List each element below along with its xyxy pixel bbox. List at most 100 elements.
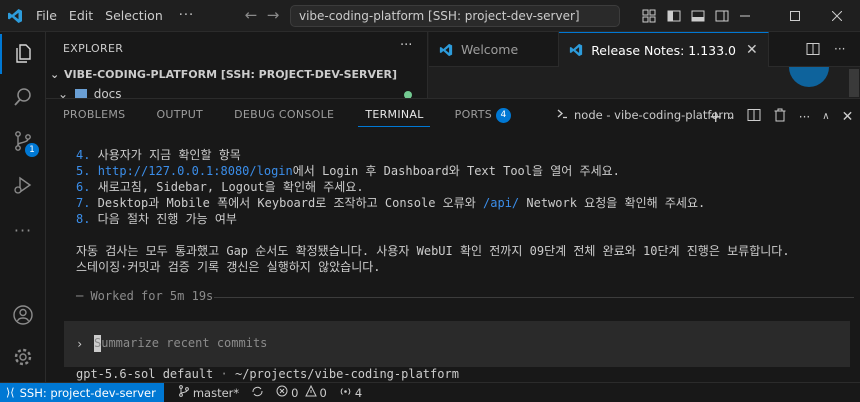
remote-label: SSH: project-dev-server xyxy=(19,385,156,400)
root-folder-label: VIBE-CODING-PLATFORM [SSH: PROJECT-DEV-S… xyxy=(64,68,398,81)
close-tab-icon[interactable]: ✕ xyxy=(746,42,758,58)
login-link[interactable]: http://127.0.0.1:8080/login xyxy=(98,164,293,178)
title-bar: File Edit Selection ··· ← → vibe-coding-… xyxy=(0,0,860,32)
close-window-button[interactable] xyxy=(814,0,860,32)
tab-problems[interactable]: PROBLEMS xyxy=(46,99,139,131)
toggle-panel-icon[interactable] xyxy=(690,8,706,24)
maximize-panel-icon[interactable]: ∧ xyxy=(822,111,829,122)
panel-more-icon[interactable]: ··· xyxy=(799,110,810,124)
trash-icon[interactable] xyxy=(773,108,787,125)
vscode-tab-icon xyxy=(569,43,583,57)
editor-actions: ··· xyxy=(806,42,860,59)
accounts-button[interactable] xyxy=(0,296,46,336)
chevron-down-icon: ⌄ xyxy=(50,68,60,81)
terminal-line: 4. 사용자가 지금 확인할 항목 xyxy=(76,148,241,162)
explorer-title: EXPLORER xyxy=(63,42,124,55)
editor-scrollbar[interactable] xyxy=(849,69,859,97)
more-icon: ··· xyxy=(13,220,33,240)
warning-count: 0 xyxy=(319,385,327,400)
command-center-search[interactable]: vibe-coding-platform [SSH: project-dev-s… xyxy=(290,5,620,27)
minimize-button[interactable] xyxy=(722,0,768,32)
vscode-logo-icon xyxy=(0,0,30,32)
vscode-tab-icon xyxy=(439,43,453,57)
terminal-line: 자동 검사는 모두 통과했고 Gap 순서도 확정됐습니다. 사용자 WebUI… xyxy=(76,244,790,258)
tree-item-label: docs xyxy=(93,87,122,98)
editor-tab-bar: Welcome Release Notes: 1.133.0 ✕ xyxy=(429,32,860,67)
tab-welcome[interactable]: Welcome xyxy=(429,32,560,67)
model-name: gpt-5.6-sol default xyxy=(76,367,214,381)
menu-more-icon[interactable]: ··· xyxy=(169,8,204,23)
account-icon xyxy=(12,304,34,329)
settings-icon xyxy=(12,346,34,371)
activity-bar: 1 ··· xyxy=(0,32,46,382)
worked-duration: ─ Worked for 5m 19s xyxy=(76,289,214,303)
remote-indicator[interactable]: ⟩⟨ SSH: project-dev-server xyxy=(0,382,164,402)
forward-arrow-icon[interactable]: → xyxy=(262,6,284,24)
menu-edit[interactable]: Edit xyxy=(63,5,99,27)
customize-layout-icon[interactable] xyxy=(641,8,657,24)
new-terminal-plus-icon[interactable]: + xyxy=(709,107,722,126)
toggle-primary-sidebar-icon[interactable] xyxy=(666,8,682,24)
remote-icon: ⟩⟨ xyxy=(6,386,15,399)
tab-ports-label: PORTS xyxy=(454,108,492,121)
model-path: ~/projects/vibe-coding-platform xyxy=(234,367,459,381)
problems-status[interactable]: 0 0 xyxy=(276,384,327,400)
explorer-sidebar: EXPLORER ··· ⌄ VIBE-CODING-PLATFORM [SSH:… xyxy=(46,32,428,99)
terminal-actions: + ⌄ ··· ∧ ✕ xyxy=(709,107,853,126)
editor-more-icon[interactable]: ··· xyxy=(834,42,845,59)
split-editor-icon[interactable] xyxy=(806,42,820,59)
tab-label: Release Notes: 1.133.0 xyxy=(591,42,736,58)
prompt-placeholder: Summarize recent commits xyxy=(94,336,268,350)
model-status-line: gpt-5.6-sol default · ~/projects/vibe-co… xyxy=(76,367,459,381)
broadcast-icon xyxy=(339,385,352,401)
tree-item-docs[interactable]: ⌄ docs xyxy=(58,87,122,98)
prompt-caret-icon: › xyxy=(76,337,84,351)
tab-release-notes[interactable]: Release Notes: 1.133.0 ✕ xyxy=(559,32,769,67)
split-terminal-icon[interactable] xyxy=(747,108,761,125)
terminal-output[interactable]: 4. 사용자가 지금 확인할 항목 5. http://127.0.0.1:80… xyxy=(76,147,790,275)
manage-settings-button[interactable] xyxy=(0,338,46,378)
bottom-panel: PROBLEMS OUTPUT DEBUG CONSOLE TERMINAL P… xyxy=(46,98,860,382)
terminal-line: 8. 다음 절차 진행 가능 여부 xyxy=(76,212,237,226)
ports-status[interactable]: 4 xyxy=(339,385,362,401)
warning-icon xyxy=(304,384,317,400)
tab-terminal[interactable]: TERMINAL xyxy=(348,99,437,131)
menu-selection[interactable]: Selection xyxy=(99,5,169,27)
back-arrow-icon[interactable]: ← xyxy=(240,6,262,24)
terminal-line: 스테이징·커밋과 검증 기록 갱신은 실행하지 않았습니다. xyxy=(76,260,381,274)
ports-count: 4 xyxy=(354,385,363,400)
tab-label: Welcome xyxy=(461,42,519,57)
folder-icon xyxy=(74,89,87,98)
search-activity-button[interactable] xyxy=(0,78,46,118)
release-notes-graphic xyxy=(789,67,829,87)
run-debug-icon xyxy=(12,174,34,199)
explorer-activity-button[interactable] xyxy=(0,34,46,74)
branch-status[interactable]: master* xyxy=(178,385,239,400)
error-icon xyxy=(276,385,288,400)
panel-tab-bar: PROBLEMS OUTPUT DEBUG CONSOLE TERMINAL P… xyxy=(46,99,525,131)
sync-status[interactable] xyxy=(251,385,264,401)
workspace-root-folder[interactable]: ⌄ VIBE-CODING-PLATFORM [SSH: PROJECT-DEV-… xyxy=(50,68,397,81)
maximize-button[interactable] xyxy=(772,0,818,32)
model-separator: · xyxy=(213,367,235,381)
chevron-down-icon[interactable]: ⌄ xyxy=(726,111,734,122)
files-icon xyxy=(13,42,35,67)
tab-output[interactable]: OUTPUT xyxy=(139,99,217,131)
error-count: 0 xyxy=(291,385,299,400)
tab-debug-console[interactable]: DEBUG CONSOLE xyxy=(217,99,348,131)
run-debug-activity-button[interactable] xyxy=(0,166,46,206)
source-control-activity-button[interactable]: 1 xyxy=(0,122,46,162)
divider xyxy=(214,297,854,298)
sync-icon xyxy=(251,385,264,401)
tab-ports[interactable]: PORTS 4 xyxy=(438,99,525,131)
ports-badge: 4 xyxy=(496,107,511,123)
search-icon xyxy=(12,86,34,111)
terminal-line: 5. http://127.0.0.1:8080/login에서 Login 후… xyxy=(76,164,620,178)
more-activity-button[interactable]: ··· xyxy=(0,210,46,250)
menu-file[interactable]: File xyxy=(30,5,63,27)
close-panel-icon[interactable]: ✕ xyxy=(842,109,854,125)
terminal-selector[interactable]: node - vibe-coding-platform xyxy=(556,107,734,123)
prompt-input[interactable]: › Summarize recent commits xyxy=(64,321,850,367)
status-bar: ⟩⟨ SSH: project-dev-server master* 0 0 4 xyxy=(0,382,860,402)
explorer-more-icon[interactable]: ··· xyxy=(400,38,412,53)
